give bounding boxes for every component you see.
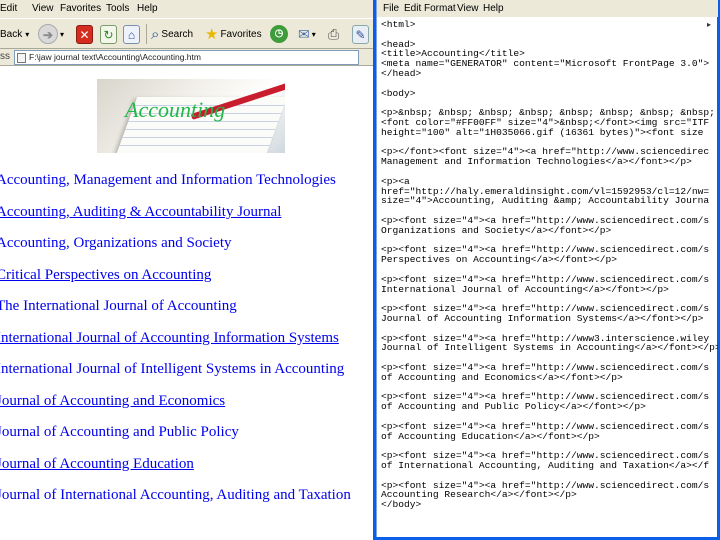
stop-button[interactable]: ✕ [76, 23, 93, 45]
menu-edit[interactable]: Edit [0, 3, 17, 14]
source-line: of Accounting Education</a></font></p> [381, 430, 600, 442]
journal-link[interactable]: Accounting, Organizations and Society [0, 235, 232, 252]
forward-dropdown-icon: ▾ [60, 29, 65, 39]
source-line: Perspectives on Accounting</a></font></p… [381, 254, 618, 266]
mail-icon: ✉ [298, 25, 310, 42]
banner-title: Accounting [125, 97, 226, 122]
journal-link[interactable]: Accounting, Management and Information T… [0, 172, 336, 189]
source-line: height="100" alt="1H035066.gif (16361 by… [381, 126, 704, 138]
history-button[interactable]: ◷ [270, 23, 288, 45]
menu-favorites[interactable]: Favorites [60, 3, 101, 14]
search-button-label: Search [161, 28, 194, 40]
source-line: </head> [381, 68, 422, 79]
back-dropdown-icon: ▾ [25, 29, 30, 39]
address-label: ss [0, 51, 10, 62]
browser-menubar: Edit View Favorites Tools Help [0, 0, 373, 18]
journal-link[interactable]: Journal of Accounting and Economics [0, 393, 225, 410]
search-icon: ⌕ [151, 25, 160, 43]
address-value: F:\jaw journal text\Accounting\Accountin… [29, 52, 201, 62]
toolbar-divider [146, 24, 147, 44]
source-line: <body> [381, 87, 416, 99]
journal-link[interactable]: Critical Perspectives on Accounting [0, 267, 211, 284]
favorites-button-label: Favorites [220, 28, 262, 40]
edit-button[interactable]: ✎ [352, 23, 369, 45]
page-icon [17, 53, 26, 63]
refresh-button[interactable]: ↻ [100, 23, 117, 45]
print-icon: ⎙ [328, 25, 340, 42]
journal-link[interactable]: Journal of Accounting and Public Policy [0, 424, 239, 441]
source-line: size="4">Accounting, Auditing &amp; Acco… [381, 195, 710, 207]
menu-view[interactable]: View [457, 3, 479, 14]
journal-link[interactable]: International Journal of Accounting Info… [0, 330, 339, 347]
menu-format[interactable]: Format [424, 3, 456, 14]
print-button[interactable]: ⎙ [328, 23, 339, 45]
back-button-label: Back [0, 28, 23, 40]
menu-view[interactable]: View [32, 3, 54, 14]
source-line: Management and Information Technologies<… [381, 156, 692, 168]
favorites-button[interactable]: ★ Favorites [205, 23, 262, 45]
address-input[interactable]: F:\jaw journal text\Accounting\Accountin… [14, 50, 359, 65]
source-line: Journal of Accounting Information System… [381, 313, 704, 324]
browser-toolbar: Back ▾ ➔ ▾ ✕ ↻ ⌂ ⌕ Search ★ Favorites ◷ … [0, 18, 373, 49]
source-line: <html> [381, 19, 416, 30]
stop-icon: ✕ [76, 24, 93, 44]
address-bar: ss F:\jaw journal text\Accounting\Accoun… [0, 49, 373, 66]
source-line: <meta name="GENERATOR" content="Microsof… [381, 58, 710, 70]
forward-button[interactable]: ➔ ▾ [38, 23, 64, 45]
home-icon: ⌂ [123, 24, 140, 44]
mail-button[interactable]: ✉ ▾ [298, 23, 316, 45]
source-line: </body> [381, 499, 422, 511]
notepad-client-area: File Edit Format View Help <html> <head> <… [376, 0, 718, 537]
source-line: International Journal of Accounting</a><… [381, 283, 669, 295]
edit-page-icon: ✎ [352, 24, 369, 44]
journal-link[interactable]: Journal of International Accounting, Aud… [0, 487, 351, 504]
journal-link[interactable]: International Journal of Intelligent Sys… [0, 361, 344, 378]
accounting-banner-image: Accounting [97, 79, 285, 153]
forward-arrow-icon: ➔ [38, 24, 58, 44]
menu-tools[interactable]: Tools [106, 3, 129, 14]
menu-file[interactable]: File [383, 3, 399, 14]
search-button[interactable]: ⌕ Search [151, 23, 193, 45]
favorites-star-icon: ★ [205, 26, 219, 43]
html-source-editor[interactable]: <html> <head> <title>Accounting</title> <me… [377, 17, 718, 537]
page-content: Accounting Accounting, Management and In… [0, 67, 373, 540]
journal-link[interactable]: The International Journal of Accounting [0, 298, 237, 315]
journal-link[interactable]: Journal of Accounting Education [0, 456, 194, 473]
refresh-icon: ↻ [100, 24, 117, 44]
mail-dropdown-icon: ▾ [311, 29, 316, 39]
menu-help[interactable]: Help [483, 3, 504, 14]
browser-window: Edit View Favorites Tools Help Back ▾ ➔ … [0, 0, 373, 540]
source-line: of Accounting and Public Policy</a></fon… [381, 401, 646, 413]
menu-help[interactable]: Help [137, 3, 158, 14]
history-icon: ◷ [270, 25, 288, 43]
notepad-menubar: File Edit Format View Help [377, 0, 718, 17]
back-button[interactable]: Back ▾ [0, 23, 29, 45]
source-line: of Accounting and Economics</a></font></… [381, 371, 623, 383]
home-button[interactable]: ⌂ [123, 23, 140, 45]
source-line: Journal of Intelligent Systems in Accoun… [381, 342, 718, 354]
source-line: of International Accounting, Auditing an… [381, 460, 710, 471]
scroll-right-icon[interactable]: ▸ [707, 20, 717, 29]
menu-edit[interactable]: Edit [404, 3, 421, 14]
notepad-window: File Edit Format View Help <html> <head> <… [373, 0, 720, 540]
source-line: Organizations and Society</a></font></p> [381, 224, 612, 236]
journal-link[interactable]: Accounting, Auditing & Accountability Jo… [0, 204, 281, 221]
